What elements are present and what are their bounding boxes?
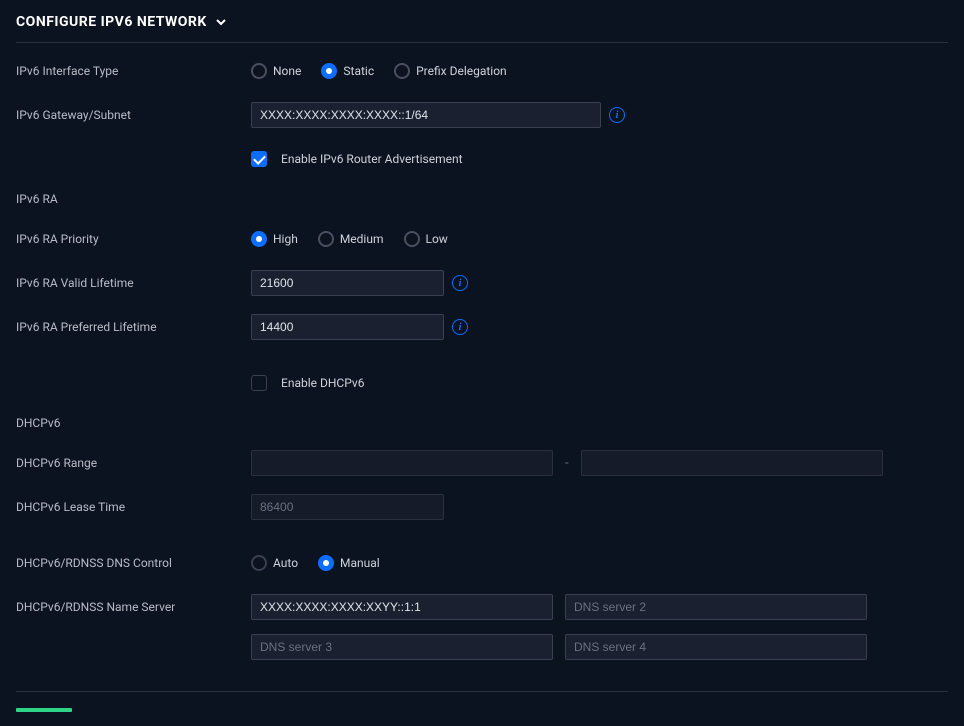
radio-icon	[321, 63, 337, 79]
label-gateway-subnet: IPv6 Gateway/Subnet	[16, 108, 251, 122]
row-dhcpv6: DHCPv6	[16, 409, 948, 437]
dhcpv6-lease-time-input[interactable]	[251, 494, 444, 520]
radio-label: Static	[343, 64, 374, 78]
row-name-server-1: DHCPv6/RDNSS Name Server	[16, 593, 948, 621]
row-ra-preferred-lifetime: IPv6 RA Preferred Lifetime i	[16, 313, 948, 341]
gateway-subnet-input[interactable]	[251, 102, 601, 128]
chevron-down-icon	[215, 16, 227, 28]
radio-priority-medium[interactable]: Medium	[318, 231, 384, 247]
dhcpv6-range-stop-input[interactable]	[581, 450, 883, 476]
info-icon[interactable]: i	[452, 319, 468, 335]
dns-server-2-input[interactable]	[565, 594, 867, 620]
radio-label: None	[273, 64, 301, 78]
section-header[interactable]: CONFIGURE IPV6 NETWORK	[16, 14, 948, 43]
ra-enable-label: Enable IPv6 Router Advertisement	[281, 152, 463, 166]
radio-label: High	[273, 232, 298, 246]
ra-priority-radio-group: High Medium Low	[251, 231, 448, 247]
label-dhcpv6: DHCPv6	[16, 416, 251, 430]
label-name-server: DHCPv6/RDNSS Name Server	[16, 600, 251, 614]
info-icon[interactable]: i	[452, 275, 468, 291]
row-interface-type: IPv6 Interface Type None Static Prefix D…	[16, 57, 948, 85]
row-name-server-2	[16, 633, 948, 661]
radio-label: Medium	[340, 232, 384, 246]
radio-icon	[404, 231, 420, 247]
range-separator: -	[561, 456, 573, 471]
radio-interface-none[interactable]: None	[251, 63, 301, 79]
radio-priority-high[interactable]: High	[251, 231, 298, 247]
dns-server-1-input[interactable]	[251, 594, 553, 620]
label-ra-priority: IPv6 RA Priority	[16, 232, 251, 246]
row-ra-valid-lifetime: IPv6 RA Valid Lifetime i	[16, 269, 948, 297]
row-dhcpv6-range: DHCPv6 Range -	[16, 449, 948, 477]
row-dhcpv6-enable: Enable DHCPv6	[16, 369, 948, 397]
interface-type-radio-group: None Static Prefix Delegation	[251, 63, 507, 79]
row-ra: IPv6 RA	[16, 185, 948, 213]
radio-icon	[251, 63, 267, 79]
radio-interface-static[interactable]: Static	[321, 63, 374, 79]
radio-icon	[394, 63, 410, 79]
radio-priority-low[interactable]: Low	[404, 231, 448, 247]
radio-label: Prefix Delegation	[416, 64, 507, 78]
radio-label: Auto	[273, 556, 298, 570]
row-dns-control: DHCPv6/RDNSS DNS Control Auto Manual	[16, 549, 948, 577]
row-ra-enable: Enable IPv6 Router Advertisement	[16, 145, 948, 173]
radio-interface-prefix[interactable]: Prefix Delegation	[394, 63, 507, 79]
section-title: CONFIGURE IPV6 NETWORK	[16, 14, 207, 30]
label-ra: IPv6 RA	[16, 192, 251, 206]
save-button[interactable]	[16, 708, 72, 712]
radio-label: Low	[426, 232, 448, 246]
label-ra-preferred-lifetime: IPv6 RA Preferred Lifetime	[16, 320, 251, 334]
label-ra-valid-lifetime: IPv6 RA Valid Lifetime	[16, 276, 251, 290]
radio-icon	[251, 231, 267, 247]
info-icon[interactable]: i	[609, 107, 625, 123]
ra-enable-checkbox[interactable]	[251, 151, 267, 167]
dhcpv6-range-start-input[interactable]	[251, 450, 553, 476]
radio-label: Manual	[340, 556, 380, 570]
bottom-divider	[16, 691, 948, 712]
dns-server-3-input[interactable]	[251, 634, 553, 660]
ra-valid-lifetime-input[interactable]	[251, 270, 444, 296]
ra-preferred-lifetime-input[interactable]	[251, 314, 444, 340]
dhcpv6-enable-checkbox[interactable]	[251, 375, 267, 391]
label-dhcpv6-lease-time: DHCPv6 Lease Time	[16, 500, 251, 514]
row-ra-priority: IPv6 RA Priority High Medium Low	[16, 225, 948, 253]
dhcpv6-enable-label: Enable DHCPv6	[281, 376, 364, 390]
label-dns-control: DHCPv6/RDNSS DNS Control	[16, 556, 251, 570]
row-gateway-subnet: IPv6 Gateway/Subnet i	[16, 101, 948, 129]
dns-server-4-input[interactable]	[565, 634, 867, 660]
label-interface-type: IPv6 Interface Type	[16, 64, 251, 78]
radio-icon	[318, 231, 334, 247]
row-dhcpv6-lease-time: DHCPv6 Lease Time	[16, 493, 948, 521]
label-dhcpv6-range: DHCPv6 Range	[16, 456, 251, 470]
